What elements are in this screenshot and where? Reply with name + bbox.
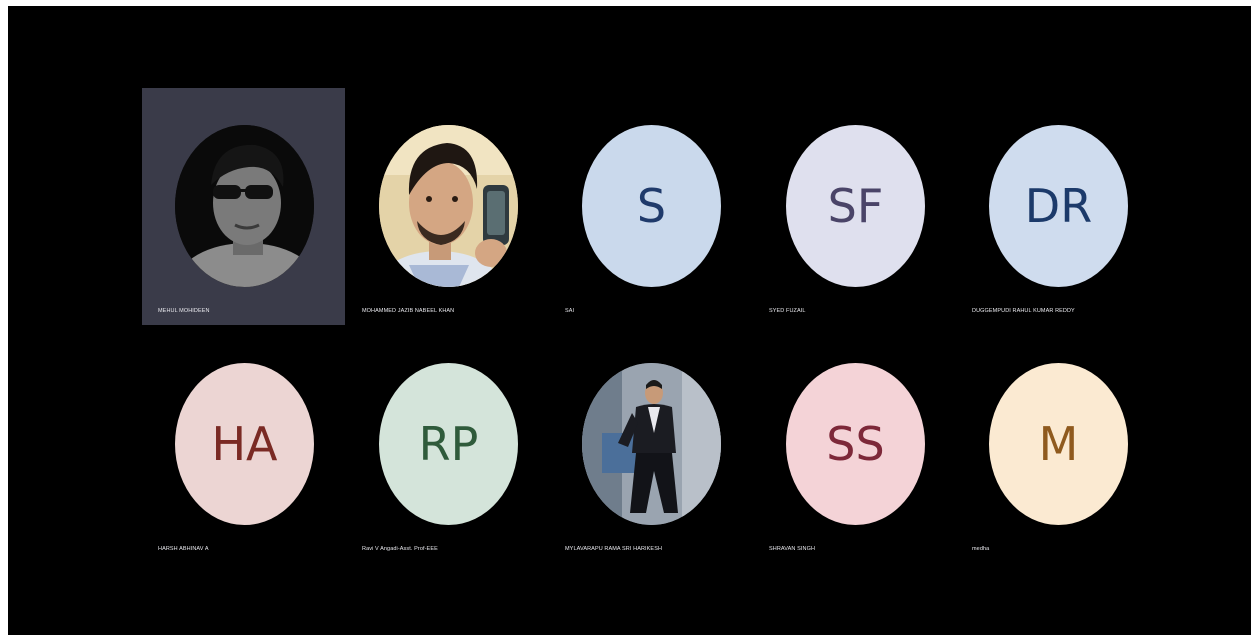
participant-tile[interactable]: RP Ravi V Angadi-Asst. Prof-EEE (346, 326, 549, 563)
participant-name: DUGGEMPUDI RAHUL KUMAR REDDY (972, 308, 1075, 314)
participant-initials-avatar: DR (989, 125, 1128, 287)
participant-initials-avatar: SF (786, 125, 925, 287)
participant-name: MOHAMMED JAZIB NABEEL KHAN (362, 308, 455, 314)
participant-initials: SS (826, 417, 885, 471)
participant-tile[interactable]: M medha (956, 326, 1159, 563)
participant-initials: DR (1024, 179, 1093, 233)
participant-initials: S (636, 179, 667, 233)
participant-initials: RP (418, 417, 479, 471)
participant-initials-avatar: SS (786, 363, 925, 525)
participant-initials-avatar: HA (175, 363, 314, 525)
participant-name: Ravi V Angadi-Asst. Prof-EEE (362, 546, 438, 552)
participant-name: HARSH ABHINAV A (158, 546, 209, 552)
participant-name: medha (972, 546, 990, 552)
participant-initials-avatar: M (989, 363, 1128, 525)
participant-name: SHRAVAN SINGH (769, 546, 816, 552)
participant-initials-avatar: S (582, 125, 721, 287)
participant-tile[interactable]: S SAI (549, 88, 752, 325)
participant-tile[interactable]: MYLAVARAPU RAMA SRI HARIKESH (549, 326, 752, 563)
participant-initials-avatar: RP (379, 363, 518, 525)
person-selfie-icon (379, 125, 518, 287)
participant-tile[interactable]: SF SYED FUZAIL (753, 88, 956, 325)
participant-tile[interactable]: MEHUL MOHIDEEN (142, 88, 345, 325)
person-sunglasses-icon (175, 125, 314, 287)
participant-name: MEHUL MOHIDEEN (158, 308, 210, 314)
video-call-gallery: MEHUL MOHIDEEN MOHAMMED JAZIB NABEEL KHA… (8, 6, 1251, 635)
participant-initials: HA (211, 417, 278, 471)
participant-tile[interactable]: DR DUGGEMPUDI RAHUL KUMAR REDDY (956, 88, 1159, 325)
participant-name: SAI (565, 308, 575, 314)
participant-name: MYLAVARAPU RAMA SRI HARIKESH (565, 546, 663, 552)
participant-photo (582, 363, 721, 525)
participant-name: SYED FUZAIL (769, 308, 806, 314)
participant-photo (175, 125, 314, 287)
participant-initials: SF (827, 179, 884, 233)
participant-initials: M (1038, 417, 1079, 471)
person-suit-icon (582, 363, 721, 525)
participant-tile[interactable]: SS SHRAVAN SINGH (753, 326, 956, 563)
participant-tile[interactable]: MOHAMMED JAZIB NABEEL KHAN (346, 88, 549, 325)
participant-tile[interactable]: HA HARSH ABHINAV A (142, 326, 345, 563)
participant-photo (379, 125, 518, 287)
